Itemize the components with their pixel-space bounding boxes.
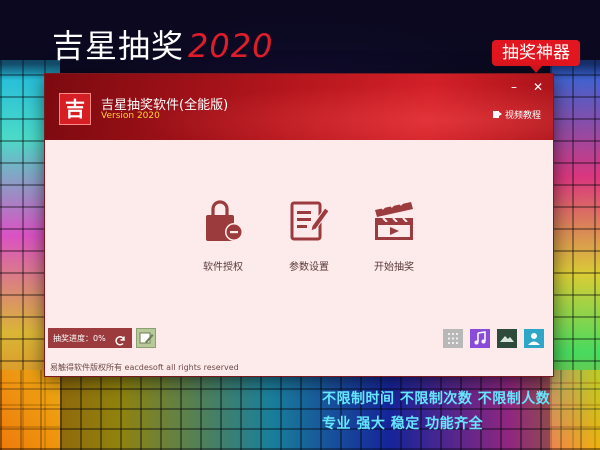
- music-note-icon: [474, 331, 486, 345]
- license-label: 软件授权: [203, 262, 243, 273]
- promo-title-text: 吉星抽奖: [52, 27, 185, 65]
- license-button[interactable]: 软件授权: [188, 198, 258, 273]
- edit-image-icon: [139, 332, 154, 344]
- video-tutorial-link[interactable]: 视频教程: [493, 108, 541, 121]
- start-draw-label: 开始抽奖: [374, 262, 414, 273]
- slogan-line-1: 不限制时间 不限制次数 不限制人数: [322, 391, 551, 407]
- app-logo: 吉: [59, 93, 91, 125]
- settings-label: 参数设置: [289, 262, 329, 273]
- progress-label: 抽奖进度：0%: [53, 333, 106, 343]
- grid-icon: [448, 333, 458, 344]
- background-image-button[interactable]: [497, 329, 517, 348]
- refresh-icon[interactable]: [114, 332, 126, 346]
- close-button[interactable]: ✕: [529, 80, 547, 94]
- slogan-line-2: 专业 强大 稳定 功能齐全: [322, 416, 484, 432]
- settings-button[interactable]: 参数设置: [274, 198, 344, 273]
- decorative-tiles-bottom: [0, 370, 600, 450]
- user-icon: [528, 333, 540, 345]
- title-bar[interactable]: 吉 吉星抽奖软件(全能版) Version 2020 – ✕ 视频教程: [45, 74, 553, 140]
- promo-title: 吉星抽奖 2020: [52, 28, 273, 64]
- app-window: 吉 吉星抽奖软件(全能版) Version 2020 – ✕ 视频教程 软件授权: [45, 74, 553, 376]
- clapperboard-icon: [371, 198, 417, 244]
- user-button[interactable]: [524, 329, 544, 348]
- start-draw-button[interactable]: 开始抽奖: [359, 198, 429, 273]
- app-version: Version 2020: [101, 111, 160, 121]
- video-camera-icon: [493, 111, 502, 118]
- promo-tag: 抽奖神器: [492, 40, 580, 73]
- lock-license-icon: [200, 198, 246, 244]
- minimize-button[interactable]: –: [505, 80, 523, 94]
- promo-year: 2020: [188, 27, 274, 65]
- settings-document-icon: [286, 198, 332, 244]
- draw-progress: 抽奖进度：0%: [48, 328, 132, 348]
- copyright: 易触得软件版权所有 eacdesoft all rights reserved: [50, 363, 239, 372]
- music-button[interactable]: [470, 329, 490, 348]
- video-tutorial-label: 视频教程: [505, 111, 542, 121]
- landscape-icon: [500, 336, 514, 342]
- edit-list-button[interactable]: [136, 328, 156, 348]
- grid-button[interactable]: [443, 329, 463, 348]
